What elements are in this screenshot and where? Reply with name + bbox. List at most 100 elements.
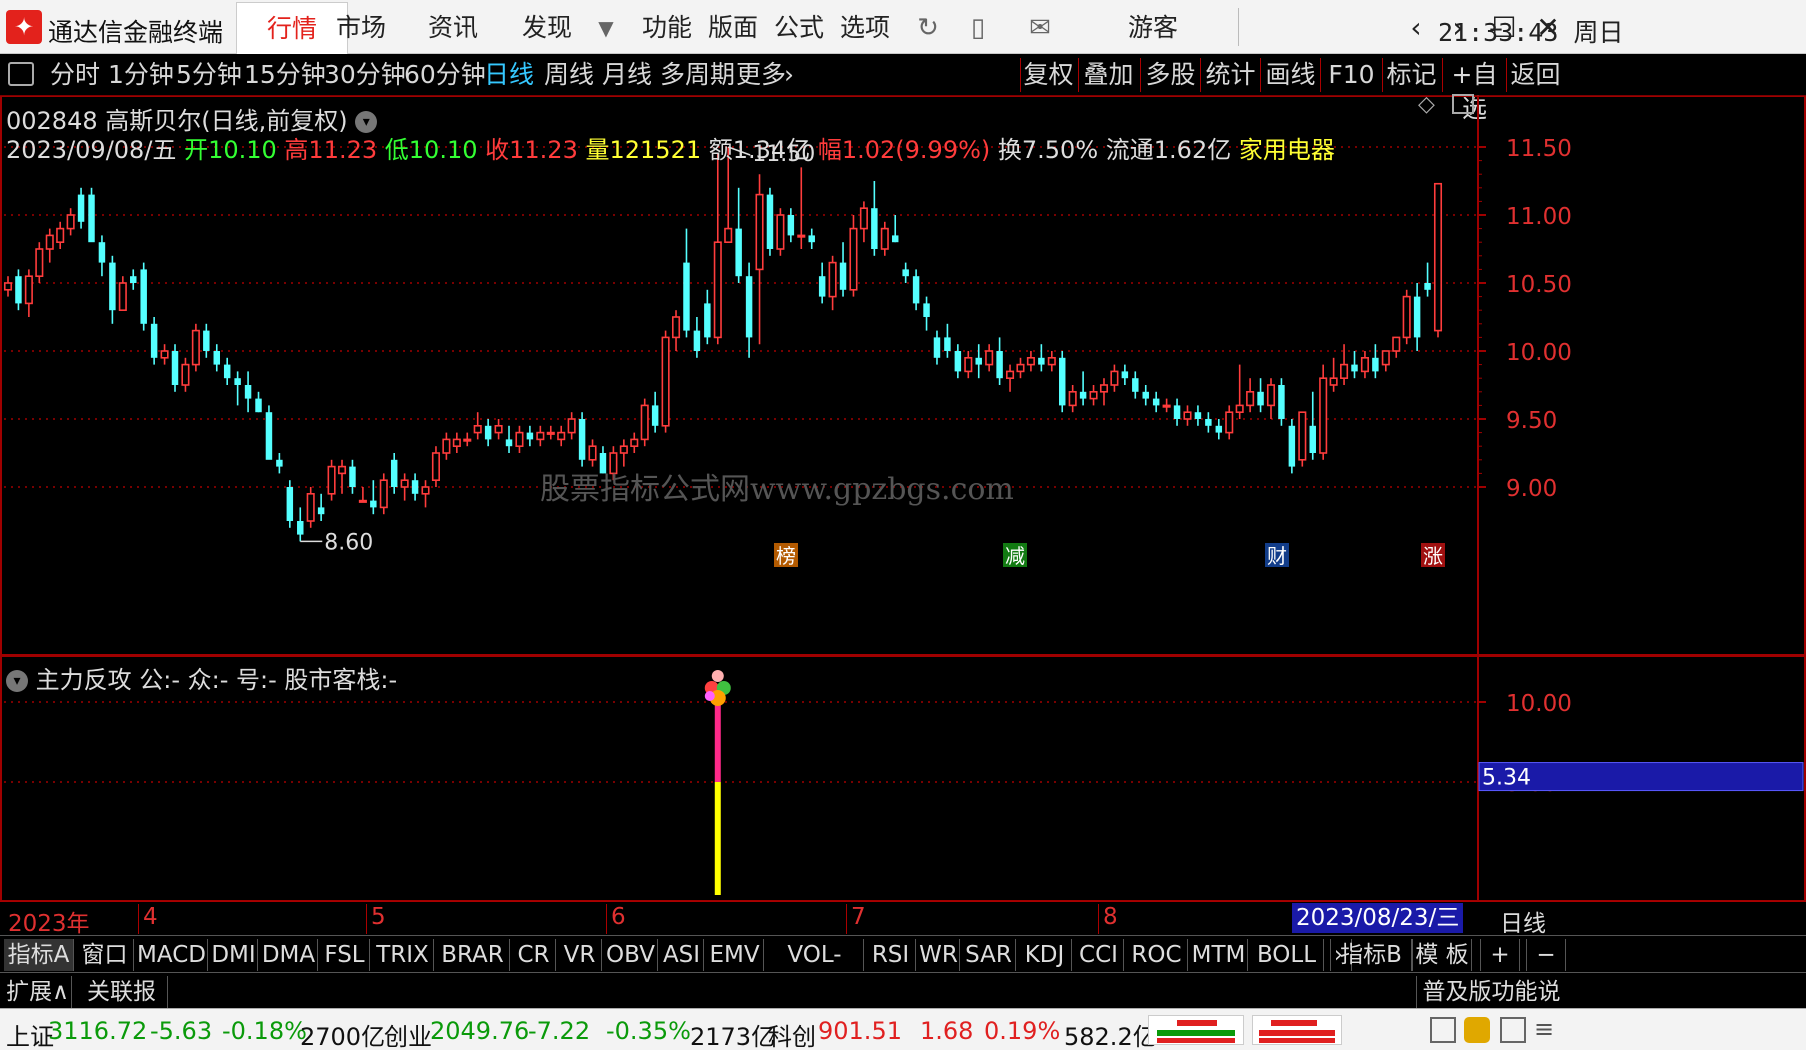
candle-body[interactable] [379, 479, 388, 509]
candle-body[interactable] [88, 194, 95, 243]
indicator-tab-cci[interactable]: CCI [1074, 939, 1124, 971]
candle-body[interactable] [661, 336, 670, 427]
indicator-tab-fsl[interactable]: FSL [320, 939, 370, 971]
candle-body[interactable] [933, 337, 941, 358]
event-marker-label[interactable]: 财 [1267, 544, 1287, 568]
indicator-b-button[interactable]: 指标B [1330, 939, 1412, 971]
period-60min[interactable]: 60分钟 [404, 60, 486, 90]
candle-body[interactable] [203, 330, 210, 351]
indicator-tab-a[interactable]: 指标A [4, 939, 74, 971]
candle-body[interactable] [1173, 405, 1181, 419]
indicator-tab-obv[interactable]: OBV [604, 939, 658, 971]
candle-body[interactable] [171, 351, 179, 385]
candle-body[interactable] [109, 262, 116, 311]
candle-body[interactable] [902, 269, 909, 277]
candle-body[interactable] [349, 466, 356, 487]
market-breadth-sh-icon[interactable] [1148, 1015, 1244, 1045]
statistics-button[interactable]: 统计 [1200, 58, 1260, 92]
candle-body[interactable] [588, 445, 597, 461]
adjust-button[interactable]: 复权 [1020, 58, 1076, 92]
indicator-tab-wr[interactable]: WR [918, 939, 960, 971]
candle-body[interactable] [1351, 364, 1358, 372]
candle-body[interactable] [839, 262, 847, 290]
candle-body[interactable] [1433, 182, 1443, 332]
minus-icon[interactable]: − [1526, 939, 1566, 971]
candle-body[interactable] [442, 438, 451, 454]
candle-body[interactable] [515, 431, 524, 448]
candle-body[interactable] [671, 316, 681, 339]
menu-options[interactable]: 选项 [840, 8, 890, 48]
feature-guide-link[interactable]: 普及版功能说明 [1416, 976, 1566, 1037]
candle-body[interactable] [1288, 425, 1296, 467]
candle-body[interactable] [859, 207, 868, 230]
add-watchlist-button[interactable]: +自选 [1442, 58, 1506, 123]
candle-body[interactable] [1340, 363, 1349, 380]
candle-body[interactable] [130, 276, 137, 283]
diamond-icon[interactable]: ◇ [1418, 92, 1435, 117]
candle-body[interactable] [1079, 391, 1087, 399]
candle-body[interactable] [704, 303, 711, 338]
candle-body[interactable] [1392, 336, 1401, 352]
candle-body[interactable] [56, 227, 65, 244]
multi-stock-button[interactable]: 多股 [1140, 58, 1200, 92]
candle-body[interactable] [1110, 370, 1119, 386]
signal-bar-upper[interactable] [714, 702, 721, 782]
chevron-right-icon[interactable]: › [784, 60, 794, 90]
candle-body[interactable] [912, 276, 920, 304]
candle-body[interactable] [390, 459, 398, 487]
candle-body[interactable] [370, 500, 377, 508]
candle-body[interactable] [1319, 377, 1328, 454]
indicator-tab-dmi[interactable]: DMI [210, 939, 258, 971]
period-multi[interactable]: 多周期 [660, 60, 735, 90]
candle-body[interactable] [297, 521, 304, 535]
menu-formula[interactable]: 公式 [774, 8, 824, 48]
candle-body[interactable] [223, 364, 231, 379]
menu-lines-icon[interactable]: ≡ [1534, 1015, 1554, 1043]
candle-body[interactable] [630, 438, 639, 447]
candle-body[interactable] [98, 242, 106, 263]
candle-body[interactable] [400, 479, 409, 488]
indicator-tab-emv[interactable]: EMV [706, 939, 764, 971]
refresh-icon[interactable]: ↻ [912, 12, 944, 44]
period-30min[interactable]: 30分钟 [324, 60, 406, 90]
candle-body[interactable] [1402, 295, 1411, 339]
signal-bar-lower[interactable] [714, 782, 721, 895]
candle-body[interactable] [494, 424, 503, 434]
candle-body[interactable] [713, 241, 722, 339]
linked-quotes-button[interactable]: 关联报价 [76, 976, 168, 1037]
candle-body[interactable] [1047, 356, 1056, 366]
candle-body[interactable] [818, 276, 826, 297]
indicator-tab-boll[interactable]: BOLL [1250, 939, 1324, 971]
candle-body[interactable] [1121, 371, 1129, 379]
candle-body[interactable] [411, 480, 419, 494]
candle-body[interactable] [45, 234, 54, 250]
market-breadth-cy-icon[interactable] [1252, 1015, 1342, 1045]
candle-body[interactable] [808, 235, 815, 243]
indicator-tab-dma[interactable]: DMA [260, 939, 318, 971]
candle-body[interactable] [286, 487, 294, 521]
candle-body[interactable] [975, 357, 982, 365]
candle-body[interactable] [1038, 357, 1045, 365]
indicator-chart[interactable]: 5.0010.005.34 ▾ 主力反攻 公:- 众:- 号:- 股市客栈:- [0, 656, 1806, 901]
candle-body[interactable] [191, 329, 200, 366]
overlay-button[interactable]: 叠加 [1078, 58, 1138, 92]
candle-body[interactable] [1266, 384, 1276, 407]
candle-body[interactable] [923, 303, 930, 317]
template-button[interactable]: 模 板 [1412, 939, 1472, 971]
candle-body[interactable] [306, 492, 315, 522]
candle-body[interactable] [651, 405, 659, 426]
candle-body[interactable] [244, 385, 252, 399]
user-guest[interactable]: 游客 [1128, 8, 1178, 48]
panel-icon[interactable] [1452, 94, 1474, 114]
chevron-down-icon[interactable]: ▼ [590, 12, 622, 44]
candle-body[interactable] [1298, 411, 1307, 461]
period-15min[interactable]: 15分钟 [244, 60, 326, 90]
candle-body[interactable] [317, 507, 325, 515]
candle-body[interactable] [213, 351, 220, 365]
mail-icon[interactable]: ✉ [1024, 12, 1056, 44]
return-button[interactable]: 返回 [1506, 58, 1564, 92]
candle-body[interactable] [327, 465, 336, 495]
menu-market-quotes[interactable]: 行情 [236, 2, 349, 54]
candle-body[interactable] [683, 262, 690, 331]
main-kline-chart[interactable]: 9.00 9.50 10.00 10.50 11.00 11.50 11.50 8.60 榜减财… [0, 92, 1806, 656]
